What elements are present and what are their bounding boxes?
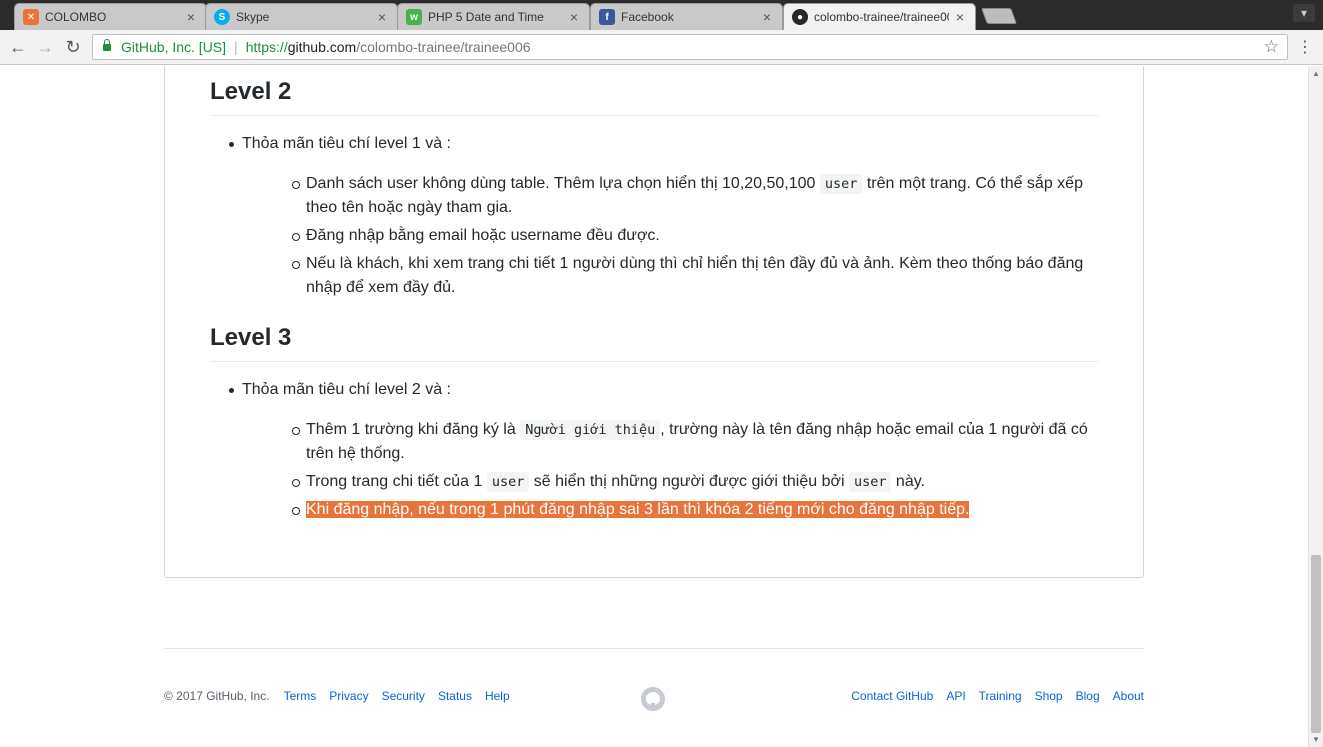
footer-link-shop[interactable]: Shop bbox=[1035, 689, 1063, 703]
footer-link-help[interactable]: Help bbox=[485, 689, 510, 703]
colombo-icon: ✕ bbox=[23, 9, 39, 25]
footer-link-blog[interactable]: Blog bbox=[1076, 689, 1100, 703]
footer-link-privacy[interactable]: Privacy bbox=[329, 689, 368, 703]
github-icon: ● bbox=[792, 9, 808, 25]
inline-code: user bbox=[819, 174, 863, 194]
tab-title: COLOMBO bbox=[45, 10, 107, 24]
browser-tab-strip: ✕ COLOMBO × S Skype × w PHP 5 Date and T… bbox=[0, 0, 1323, 30]
level3-section: Level 3 Thỏa mãn tiêu chí level 2 và : T… bbox=[210, 324, 1099, 526]
footer-right: Contact GitHub API Training Shop Blog Ab… bbox=[838, 689, 1144, 703]
level3-list: Thỏa mãn tiêu chí level 2 và : Thêm 1 tr… bbox=[210, 378, 1099, 522]
tab-close-icon[interactable]: × bbox=[375, 9, 389, 25]
inline-code: user bbox=[486, 472, 530, 492]
browser-tab-github[interactable]: ● colombo-trainee/trainee006 × bbox=[783, 3, 976, 30]
tab-title: colombo-trainee/trainee006 bbox=[814, 10, 949, 24]
forward-arrow-icon[interactable]: → bbox=[34, 36, 56, 58]
list-item: Khi đăng nhập, nếu trong 1 phút đăng nhậ… bbox=[242, 498, 1099, 522]
skype-icon: S bbox=[214, 9, 230, 25]
text: sẽ hiển thị những người được giới thiệu … bbox=[529, 473, 849, 490]
level2-section: Level 2 Thỏa mãn tiêu chí level 1 và : D… bbox=[210, 78, 1099, 304]
list-item: Đăng nhập bằng email hoặc username đều đ… bbox=[242, 224, 1099, 248]
list-item: Thêm 1 trường khi đăng ký là Người giới … bbox=[242, 418, 1099, 466]
inline-code: Người giới thiệu bbox=[520, 420, 661, 440]
scroll-down-arrow-icon[interactable]: ▼ bbox=[1312, 735, 1320, 744]
tab-title: Facebook bbox=[621, 10, 674, 24]
tab-close-icon[interactable]: × bbox=[567, 9, 581, 25]
text: này. bbox=[891, 473, 925, 490]
level2-heading: Level 2 bbox=[210, 78, 1099, 116]
level2-list: Thỏa mãn tiêu chí level 1 và : Danh sách… bbox=[210, 132, 1099, 300]
scrollbar-thumb[interactable] bbox=[1311, 555, 1321, 733]
list-item: Danh sách user không dùng table. Thêm lự… bbox=[242, 172, 1099, 220]
footer-link-status[interactable]: Status bbox=[438, 689, 472, 703]
footer-link-api[interactable]: API bbox=[946, 689, 965, 703]
url-path: /colombo-trainee/trainee006 bbox=[356, 39, 531, 55]
tab-title: Skype bbox=[236, 10, 270, 24]
back-arrow-icon[interactable]: ← bbox=[7, 36, 29, 58]
footer-link-about[interactable]: About bbox=[1113, 689, 1144, 703]
site-footer: © 2017 GitHub, Inc. Terms Privacy Securi… bbox=[164, 687, 1144, 711]
list-item: Nếu là khách, khi xem trang chi tiết 1 n… bbox=[242, 252, 1099, 300]
facebook-icon: f bbox=[599, 9, 615, 25]
browser-tab-php-date[interactable]: w PHP 5 Date and Time × bbox=[397, 3, 590, 30]
url-scheme: https:// bbox=[245, 39, 288, 55]
tab-close-icon[interactable]: × bbox=[760, 9, 774, 25]
footer-link-contact[interactable]: Contact GitHub bbox=[851, 689, 933, 703]
text: Thêm 1 trường khi đăng ký là bbox=[306, 421, 521, 438]
site-identity[interactable]: GitHub, Inc. [US] bbox=[121, 39, 226, 55]
new-tab-button[interactable] bbox=[981, 8, 1017, 24]
list-item: Trong trang chi tiết của 1 user sẽ hiển … bbox=[242, 470, 1099, 494]
github-logo-icon[interactable] bbox=[641, 687, 665, 711]
more-menu-icon[interactable]: ⋮ bbox=[1297, 37, 1313, 57]
level3-intro: Thỏa mãn tiêu chí level 2 và : bbox=[242, 381, 451, 398]
page-scrollbar[interactable]: ▲ ▼ bbox=[1308, 66, 1323, 747]
lock-icon bbox=[103, 38, 111, 51]
bookmark-star-icon[interactable]: ☆ bbox=[1264, 37, 1279, 57]
copyright: © 2017 GitHub, Inc. bbox=[164, 689, 270, 703]
page-viewport: Level 2 Thỏa mãn tiêu chí level 1 và : D… bbox=[0, 66, 1308, 747]
list-item: Thỏa mãn tiêu chí level 2 và : Thêm 1 tr… bbox=[210, 378, 1099, 522]
url-host: github.com bbox=[287, 39, 357, 55]
level3-sublist: Thêm 1 trường khi đăng ký là Người giới … bbox=[242, 418, 1099, 522]
browser-toolbar: ← → ↻ GitHub, Inc. [US] | https://github… bbox=[0, 30, 1323, 65]
browser-tab-facebook[interactable]: f Facebook × bbox=[590, 3, 783, 30]
text: Danh sách user không dùng table. Thêm lự… bbox=[306, 175, 820, 192]
profile-menu-icon[interactable]: ▾ bbox=[1293, 4, 1315, 22]
tab-close-icon[interactable]: × bbox=[953, 9, 967, 25]
browser-tab-colombo[interactable]: ✕ COLOMBO × bbox=[14, 3, 207, 30]
readme-container: Level 2 Thỏa mãn tiêu chí level 1 và : D… bbox=[164, 66, 1144, 578]
footer-left: © 2017 GitHub, Inc. Terms Privacy Securi… bbox=[164, 689, 523, 703]
inline-code: user bbox=[848, 472, 892, 492]
footer-link-training[interactable]: Training bbox=[979, 689, 1022, 703]
level3-heading: Level 3 bbox=[210, 324, 1099, 362]
level2-intro: Thỏa mãn tiêu chí level 1 và : bbox=[242, 135, 451, 152]
reload-icon[interactable]: ↻ bbox=[62, 36, 84, 58]
footer-link-security[interactable]: Security bbox=[382, 689, 425, 703]
list-item: Thỏa mãn tiêu chí level 1 và : Danh sách… bbox=[210, 132, 1099, 300]
tab-title: PHP 5 Date and Time bbox=[428, 10, 544, 24]
address-bar[interactable]: GitHub, Inc. [US] | https://github.com/c… bbox=[92, 34, 1288, 60]
footer-divider bbox=[164, 648, 1144, 649]
w3schools-icon: w bbox=[406, 9, 422, 25]
text: Trong trang chi tiết của 1 bbox=[306, 473, 487, 490]
selected-text: Khi đăng nhập, nếu trong 1 phút đăng nhậ… bbox=[306, 501, 970, 518]
footer-link-terms[interactable]: Terms bbox=[284, 689, 317, 703]
level2-sublist: Danh sách user không dùng table. Thêm lự… bbox=[242, 172, 1099, 300]
tab-close-icon[interactable]: × bbox=[184, 9, 198, 25]
browser-tab-skype[interactable]: S Skype × bbox=[205, 3, 398, 30]
scroll-up-arrow-icon[interactable]: ▲ bbox=[1312, 69, 1320, 78]
separator: | bbox=[234, 39, 238, 55]
